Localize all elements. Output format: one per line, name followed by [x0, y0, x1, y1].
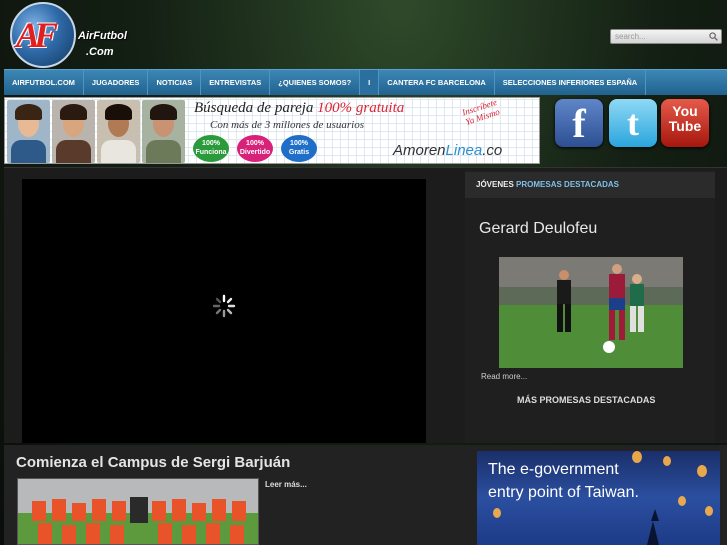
loading-spinner-icon: [212, 294, 236, 318]
nav-item-i[interactable]: I: [360, 70, 380, 95]
logo-letters: AF: [16, 15, 58, 55]
badge-divertido: 100% Divertido: [237, 135, 273, 162]
banner-photo: [52, 100, 95, 163]
badge-gratis: 100% Gratis: [281, 135, 317, 162]
main-nav: AIRFUTBOL.COM JUGADORES NOTICIAS ENTREVI…: [4, 69, 727, 95]
nav-item-noticias[interactable]: NOTICIAS: [148, 70, 202, 95]
nav-item-cantera[interactable]: CANTERA FC BARCELONA: [379, 70, 495, 95]
nav-item-jugadores[interactable]: JUGADORES: [84, 70, 149, 95]
site-logo[interactable]: AF AirFutbol .Com: [8, 2, 148, 68]
lantern-decoration: [493, 451, 713, 545]
banner-brand: AmorenLinea.co: [393, 142, 503, 159]
sidebar-heading: JÓVENES PROMESAS DESTACADAS: [465, 172, 715, 198]
banner-photo: [7, 100, 50, 163]
nav-item-entrevistas[interactable]: ENTREVISTAS: [201, 70, 271, 95]
page: AF AirFutbol .Com search... AIRFUTBOL.CO…: [0, 0, 727, 545]
article-title[interactable]: Comienza el Campus de Sergi Barjuán: [16, 454, 290, 471]
logo-tld: .Com: [86, 46, 114, 58]
search-icon[interactable]: [709, 32, 718, 41]
banner-subline: Con más de 3 millones de usuarios: [210, 119, 364, 131]
taiwan-ad[interactable]: The e-government entry point of Taiwan.: [477, 451, 720, 545]
banner-photo: [142, 100, 185, 163]
more-promesas-link[interactable]: MÁS PROMESAS DESTACADAS: [517, 395, 655, 405]
logo-name: AirFutbol: [78, 30, 127, 42]
youtube-icon[interactable]: You Tube: [661, 99, 709, 147]
facebook-icon[interactable]: f: [555, 99, 603, 147]
search-input[interactable]: search...: [610, 29, 722, 44]
banner-stamp: Inscríbete Ya Mismo: [460, 97, 501, 127]
badge-funciona: 100% Funciona: [193, 135, 229, 162]
nav-item-selecciones[interactable]: SELECCIONES INFERIORES ESPAÑA: [495, 70, 647, 95]
banner-headline: Búsqueda de pareja 100% gratuita: [194, 100, 405, 116]
nav-item-quienes-somos[interactable]: ¿QUIENES SOMOS?: [270, 70, 361, 95]
search-placeholder: search...: [615, 32, 646, 41]
read-more-link[interactable]: Read more...: [481, 372, 527, 381]
banner-photo: [97, 100, 140, 163]
nav-item-airfutbol[interactable]: AIRFUTBOL.COM: [4, 70, 84, 95]
twitter-icon[interactable]: t: [609, 99, 657, 147]
article-read-more-link[interactable]: Leer más...: [265, 480, 307, 489]
featured-player-photo[interactable]: [499, 257, 683, 368]
article-photo[interactable]: [17, 478, 259, 545]
dating-banner-ad[interactable]: Búsqueda de pareja 100% gratuita Con más…: [4, 97, 540, 164]
featured-player-name[interactable]: Gerard Deulofeu: [479, 220, 597, 238]
